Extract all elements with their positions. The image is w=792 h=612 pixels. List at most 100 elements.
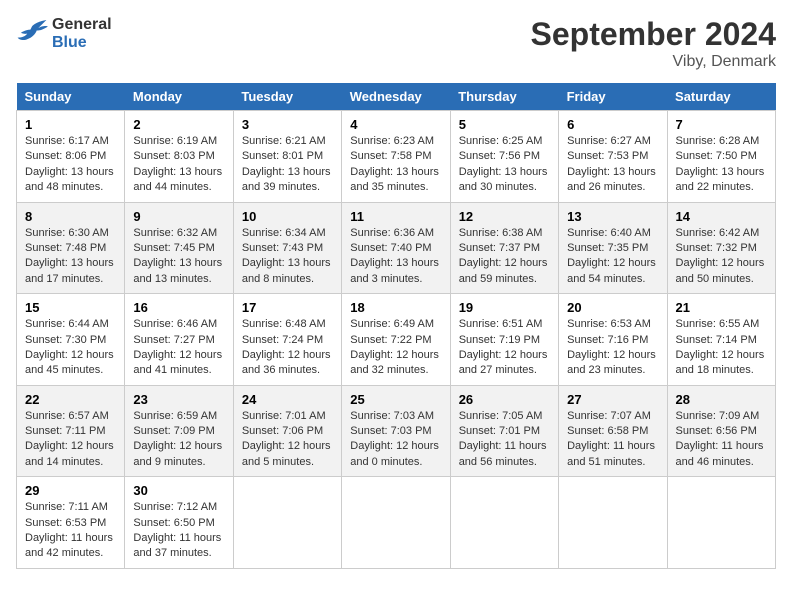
day-info: Sunrise: 6:44 AMSunset: 7:30 PMDaylight:… [25, 317, 116, 379]
day-info: Sunrise: 6:57 AMSunset: 7:11 PMDaylight:… [25, 409, 116, 471]
day-number: 26 [459, 392, 550, 407]
calendar-cell: 22 Sunrise: 6:57 AMSunset: 7:11 PMDayligh… [17, 385, 125, 477]
day-info: Sunrise: 6:27 AMSunset: 7:53 PMDaylight:… [567, 134, 658, 196]
day-number: 19 [459, 300, 550, 315]
day-number: 8 [25, 209, 116, 224]
calendar-cell: 28Sunrise: 7:09 AMSunset: 6:56 PMDayligh… [667, 385, 775, 477]
day-info: Sunrise: 6:40 AMSunset: 7:35 PMDaylight:… [567, 226, 658, 288]
calendar-cell: 25Sunrise: 7:03 AMSunset: 7:03 PMDayligh… [342, 385, 450, 477]
calendar-cell: 12 Sunrise: 6:38 AMSunset: 7:37 PMDayligh… [450, 202, 558, 294]
calendar-week-row: 15 Sunrise: 6:44 AMSunset: 7:30 PMDayligh… [17, 294, 776, 386]
logo-text: General Blue [52, 16, 112, 52]
calendar-cell: 11 Sunrise: 6:36 AMSunset: 7:40 PMDayligh… [342, 202, 450, 294]
calendar-cell: 14 Sunrise: 6:42 AMSunset: 7:32 PMDayligh… [667, 202, 775, 294]
day-info: Sunrise: 6:46 AMSunset: 7:27 PMDaylight:… [133, 317, 224, 379]
calendar-cell: 5Sunrise: 6:25 AMSunset: 7:56 PMDaylight… [450, 111, 558, 203]
day-number: 16 [133, 300, 224, 315]
weekday-header-tuesday: Tuesday [233, 83, 341, 111]
day-number: 6 [567, 117, 658, 132]
calendar-cell [450, 477, 558, 569]
day-number: 5 [459, 117, 550, 132]
calendar-cell: 2 Sunrise: 6:19 AMSunset: 8:03 PMDaylight… [125, 111, 233, 203]
logo-icon [16, 20, 48, 48]
day-info: Sunrise: 6:23 AMSunset: 7:58 PMDaylight:… [350, 134, 441, 196]
weekday-header-row: SundayMondayTuesdayWednesdayThursdayFrid… [17, 83, 776, 111]
calendar-cell: 17 Sunrise: 6:48 AMSunset: 7:24 PMDayligh… [233, 294, 341, 386]
day-info: Sunrise: 7:09 AMSunset: 6:56 PMDaylight:… [676, 409, 767, 471]
day-info: Sunrise: 6:59 AMSunset: 7:09 PMDaylight:… [133, 409, 224, 471]
calendar-cell: 9Sunrise: 6:32 AMSunset: 7:45 PMDaylight… [125, 202, 233, 294]
weekday-header-monday: Monday [125, 83, 233, 111]
day-info: Sunrise: 6:49 AMSunset: 7:22 PMDaylight:… [350, 317, 441, 379]
calendar-cell [342, 477, 450, 569]
day-number: 22 [25, 392, 116, 407]
calendar-cell: 4 Sunrise: 6:23 AMSunset: 7:58 PMDaylight… [342, 111, 450, 203]
day-number: 11 [350, 209, 441, 224]
day-number: 18 [350, 300, 441, 315]
calendar-week-row: 22 Sunrise: 6:57 AMSunset: 7:11 PMDayligh… [17, 385, 776, 477]
calendar-week-row: 29Sunrise: 7:11 AMSunset: 6:53 PMDayligh… [17, 477, 776, 569]
weekday-header-wednesday: Wednesday [342, 83, 450, 111]
title-block: September 2024 Viby, Denmark [531, 16, 776, 71]
day-info: Sunrise: 6:38 AMSunset: 7:37 PMDaylight:… [459, 226, 550, 288]
calendar-week-row: 1 Sunrise: 6:17 AMSunset: 8:06 PMDaylight… [17, 111, 776, 203]
day-number: 25 [350, 392, 441, 407]
day-number: 17 [242, 300, 333, 315]
day-number: 21 [676, 300, 767, 315]
day-number: 7 [676, 117, 767, 132]
day-info: Sunrise: 7:05 AMSunset: 7:01 PMDaylight:… [459, 409, 550, 471]
day-number: 1 [25, 117, 116, 132]
day-number: 24 [242, 392, 333, 407]
day-number: 23 [133, 392, 224, 407]
month-title: September 2024 [531, 16, 776, 53]
day-number: 13 [567, 209, 658, 224]
day-info: Sunrise: 7:11 AMSunset: 6:53 PMDaylight:… [25, 500, 116, 562]
calendar-cell: 30 Sunrise: 7:12 AMSunset: 6:50 PMDayligh… [125, 477, 233, 569]
day-info: Sunrise: 6:21 AMSunset: 8:01 PMDaylight:… [242, 134, 333, 196]
day-number: 14 [676, 209, 767, 224]
day-info: Sunrise: 7:12 AMSunset: 6:50 PMDaylight:… [133, 500, 224, 562]
calendar-cell: 7Sunrise: 6:28 AMSunset: 7:50 PMDaylight… [667, 111, 775, 203]
day-number: 27 [567, 392, 658, 407]
day-info: Sunrise: 6:36 AMSunset: 7:40 PMDaylight:… [350, 226, 441, 288]
day-info: Sunrise: 7:01 AMSunset: 7:06 PMDaylight:… [242, 409, 333, 471]
day-info: Sunrise: 6:17 AMSunset: 8:06 PMDaylight:… [25, 134, 116, 196]
calendar-cell: 21 Sunrise: 6:55 AMSunset: 7:14 PMDayligh… [667, 294, 775, 386]
weekday-header-thursday: Thursday [450, 83, 558, 111]
day-number: 20 [567, 300, 658, 315]
day-number: 9 [133, 209, 224, 224]
calendar-week-row: 8Sunrise: 6:30 AMSunset: 7:48 PMDaylight… [17, 202, 776, 294]
calendar-cell: 24 Sunrise: 7:01 AMSunset: 7:06 PMDayligh… [233, 385, 341, 477]
page-header: General Blue September 2024 Viby, Denmar… [16, 16, 776, 71]
calendar-cell: 26 Sunrise: 7:05 AMSunset: 7:01 PMDayligh… [450, 385, 558, 477]
logo: General Blue [16, 16, 112, 52]
calendar-cell: 23 Sunrise: 6:59 AMSunset: 7:09 PMDayligh… [125, 385, 233, 477]
day-number: 4 [350, 117, 441, 132]
location: Viby, Denmark [531, 53, 776, 71]
calendar-cell: 13 Sunrise: 6:40 AMSunset: 7:35 PMDayligh… [559, 202, 667, 294]
calendar-cell: 10Sunrise: 6:34 AMSunset: 7:43 PMDayligh… [233, 202, 341, 294]
weekday-header-sunday: Sunday [17, 83, 125, 111]
day-info: Sunrise: 6:42 AMSunset: 7:32 PMDaylight:… [676, 226, 767, 288]
day-info: Sunrise: 6:51 AMSunset: 7:19 PMDaylight:… [459, 317, 550, 379]
calendar-cell [233, 477, 341, 569]
calendar-table: SundayMondayTuesdayWednesdayThursdayFrid… [16, 83, 776, 569]
day-number: 15 [25, 300, 116, 315]
calendar-cell: 19 Sunrise: 6:51 AMSunset: 7:19 PMDayligh… [450, 294, 558, 386]
day-number: 30 [133, 483, 224, 498]
calendar-cell: 8Sunrise: 6:30 AMSunset: 7:48 PMDaylight… [17, 202, 125, 294]
calendar-cell: 1 Sunrise: 6:17 AMSunset: 8:06 PMDaylight… [17, 111, 125, 203]
day-info: Sunrise: 6:19 AMSunset: 8:03 PMDaylight:… [133, 134, 224, 196]
calendar-cell: 18 Sunrise: 6:49 AMSunset: 7:22 PMDayligh… [342, 294, 450, 386]
calendar-cell: 20Sunrise: 6:53 AMSunset: 7:16 PMDayligh… [559, 294, 667, 386]
calendar-cell [667, 477, 775, 569]
day-info: Sunrise: 6:34 AMSunset: 7:43 PMDaylight:… [242, 226, 333, 288]
day-number: 12 [459, 209, 550, 224]
calendar-cell: 3Sunrise: 6:21 AMSunset: 8:01 PMDaylight… [233, 111, 341, 203]
calendar-cell: 6 Sunrise: 6:27 AMSunset: 7:53 PMDaylight… [559, 111, 667, 203]
weekday-header-friday: Friday [559, 83, 667, 111]
day-number: 2 [133, 117, 224, 132]
day-info: Sunrise: 6:55 AMSunset: 7:14 PMDaylight:… [676, 317, 767, 379]
day-info: Sunrise: 6:48 AMSunset: 7:24 PMDaylight:… [242, 317, 333, 379]
day-info: Sunrise: 7:07 AMSunset: 6:58 PMDaylight:… [567, 409, 658, 471]
